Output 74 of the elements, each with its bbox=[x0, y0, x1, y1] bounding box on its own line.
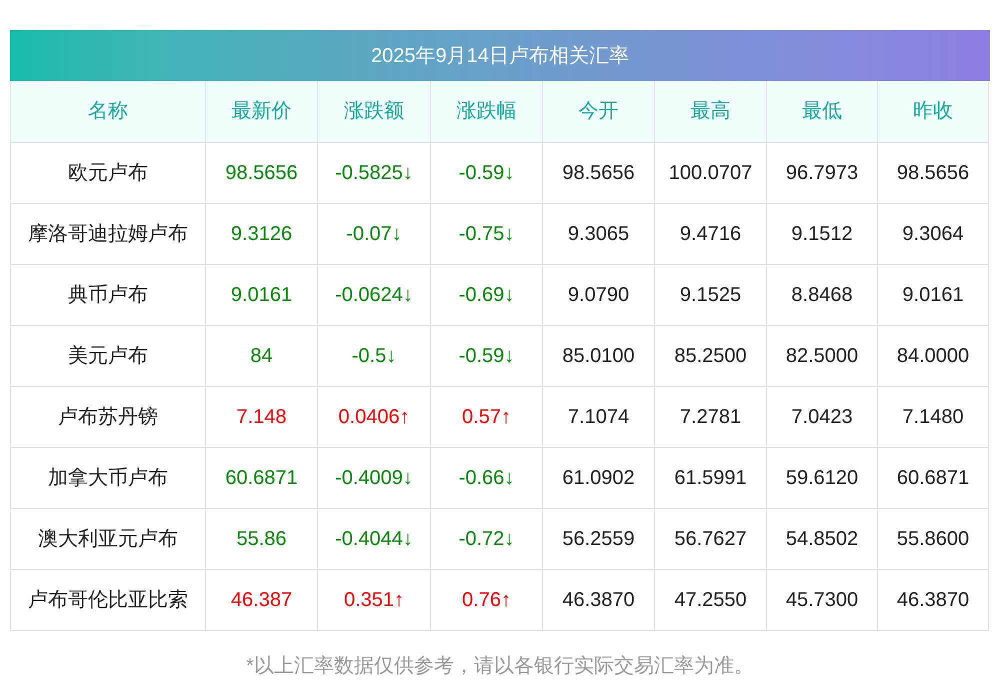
table-cell: -0.0624↓ bbox=[318, 264, 430, 325]
table-cell: 9.4716 bbox=[654, 203, 766, 264]
currency-pair-cell: 典币卢布 bbox=[10, 264, 206, 325]
table-cell: 9.1512 bbox=[766, 203, 878, 264]
column-header: 昨收 bbox=[878, 81, 988, 142]
table-cell: -0.59↓ bbox=[430, 142, 542, 203]
table-cell: 0.351↑ bbox=[318, 569, 430, 630]
table-cell: 7.1074 bbox=[542, 386, 654, 447]
currency-pair-cell: 欧元卢布 bbox=[10, 142, 206, 203]
table-cell: 84 bbox=[206, 325, 318, 386]
table-cell: -0.72↓ bbox=[430, 508, 542, 569]
table-cell: 7.1480 bbox=[878, 386, 988, 447]
table-cell: 56.7627 bbox=[654, 508, 766, 569]
table-cell: 61.0902 bbox=[542, 447, 654, 508]
table-cell: -0.75↓ bbox=[430, 203, 542, 264]
table-cell: 98.5656 bbox=[206, 142, 318, 203]
currency-pair-cell: 卢布苏丹镑 bbox=[10, 386, 206, 447]
table-cell: 46.3870 bbox=[878, 569, 988, 630]
table-cell: 0.57↑ bbox=[430, 386, 542, 447]
table-cell: 84.0000 bbox=[878, 325, 988, 386]
table-cell: 7.2781 bbox=[654, 386, 766, 447]
table-cell: 46.3870 bbox=[542, 569, 654, 630]
table-cell: -0.07↓ bbox=[318, 203, 430, 264]
disclaimer-note: *以上汇率数据仅供参考，请以各银行实际交易汇率为准。 bbox=[245, 654, 755, 678]
currency-pair-cell: 澳大利亚元卢布 bbox=[10, 508, 206, 569]
table-cell: 98.5656 bbox=[542, 142, 654, 203]
table-cell: -0.5825↓ bbox=[318, 142, 430, 203]
table-cell: 85.2500 bbox=[654, 325, 766, 386]
table-cell: 56.2559 bbox=[542, 508, 654, 569]
table-cell: 85.0100 bbox=[542, 325, 654, 386]
table-cell: 9.1525 bbox=[654, 264, 766, 325]
column-header: 涨跌额 bbox=[318, 81, 430, 142]
table-cell: 0.76↑ bbox=[430, 569, 542, 630]
table-cell: -0.59↓ bbox=[430, 325, 542, 386]
table-cell: -0.4044↓ bbox=[318, 508, 430, 569]
table-cell: 82.5000 bbox=[766, 325, 878, 386]
table-cell: 55.8600 bbox=[878, 508, 988, 569]
table-cell: 9.3064 bbox=[878, 203, 988, 264]
table-cell: 54.8502 bbox=[766, 508, 878, 569]
table-cell: 98.5656 bbox=[878, 142, 988, 203]
table-cell: 100.0707 bbox=[654, 142, 766, 203]
currency-pair-cell: 卢布哥伦比亚比索 bbox=[10, 569, 206, 630]
table-cell: 61.5991 bbox=[654, 447, 766, 508]
table-cell: 46.387 bbox=[206, 569, 318, 630]
table-cell: 96.7973 bbox=[766, 142, 878, 203]
column-header: 名称 bbox=[10, 81, 206, 142]
column-header: 最高 bbox=[654, 81, 766, 142]
table-cell: 59.6120 bbox=[766, 447, 878, 508]
currency-pair-cell: 美元卢布 bbox=[10, 325, 206, 386]
table-cell: 9.0161 bbox=[206, 264, 318, 325]
currency-pair-cell: 加拿大币卢布 bbox=[10, 447, 206, 508]
table-cell: 9.3126 bbox=[206, 203, 318, 264]
table-cell: 7.148 bbox=[206, 386, 318, 447]
column-header: 最低 bbox=[766, 81, 878, 142]
table-cell: 45.7300 bbox=[766, 569, 878, 630]
table-cell: 47.2550 bbox=[654, 569, 766, 630]
table-cell: -0.4009↓ bbox=[318, 447, 430, 508]
column-header: 涨跌幅 bbox=[430, 81, 542, 142]
table-cell: -0.66↓ bbox=[430, 447, 542, 508]
table-cell: -0.69↓ bbox=[430, 264, 542, 325]
table-cell: 8.8468 bbox=[766, 264, 878, 325]
table-cell: -0.5↓ bbox=[318, 325, 430, 386]
column-header: 今开 bbox=[542, 81, 654, 142]
table-title: 2025年9月14日卢布相关汇率 bbox=[10, 30, 990, 81]
table-cell: 0.0406↑ bbox=[318, 386, 430, 447]
table-cell: 9.0790 bbox=[542, 264, 654, 325]
column-header: 最新价 bbox=[206, 81, 318, 142]
currency-pair-cell: 摩洛哥迪拉姆卢布 bbox=[10, 203, 206, 264]
table-cell: 60.6871 bbox=[206, 447, 318, 508]
table-cell: 55.86 bbox=[206, 508, 318, 569]
table-cell: 60.6871 bbox=[878, 447, 988, 508]
table-cell: 9.0161 bbox=[878, 264, 988, 325]
table-cell: 7.0423 bbox=[766, 386, 878, 447]
table-cell: 9.3065 bbox=[542, 203, 654, 264]
